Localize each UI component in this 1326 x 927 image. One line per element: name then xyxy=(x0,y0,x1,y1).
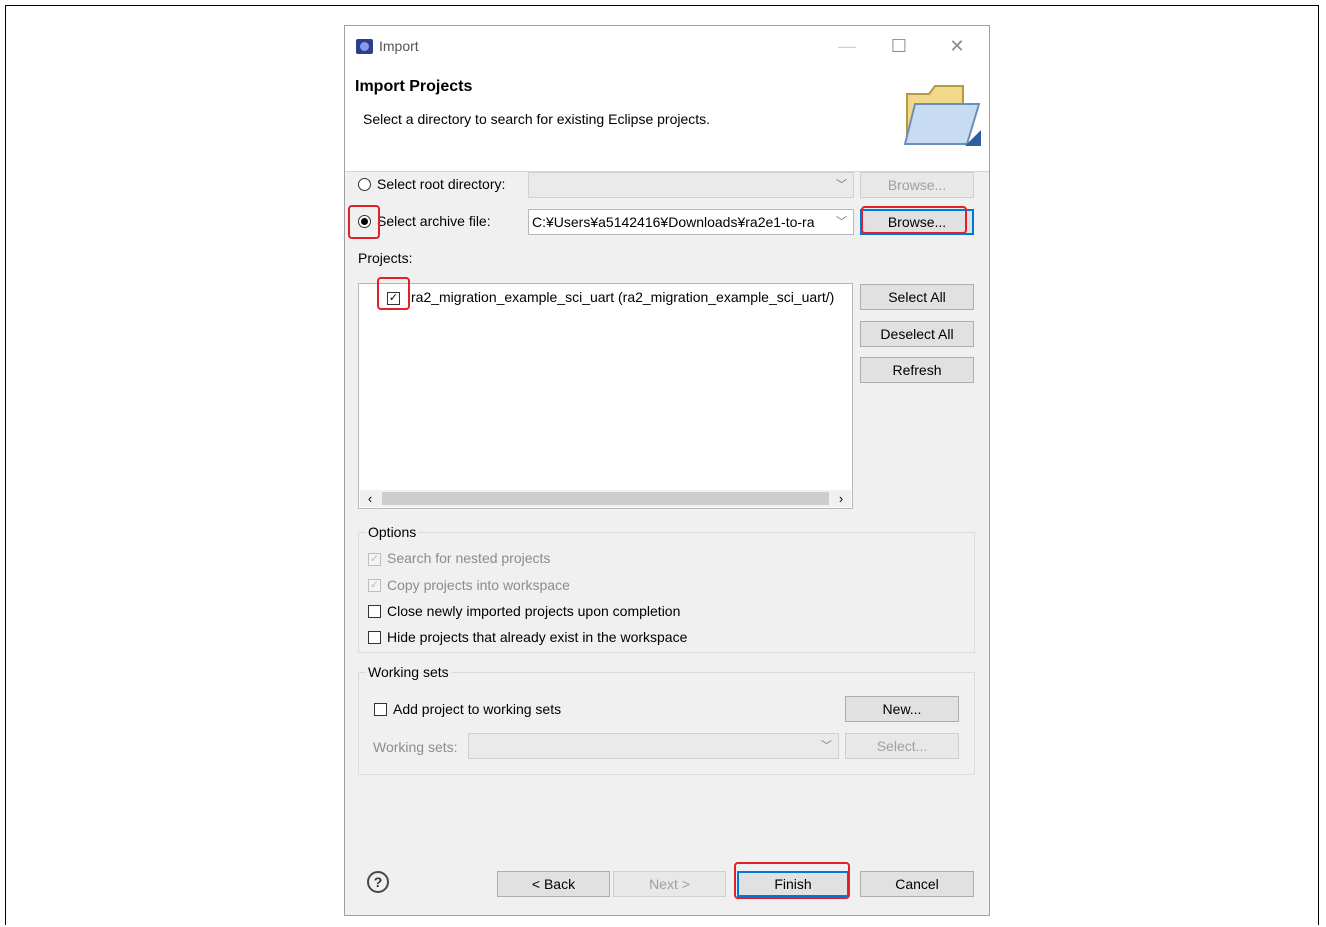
search-nested-label: Search for nested projects xyxy=(387,550,551,566)
close-imported-label: Close newly imported projects upon compl… xyxy=(387,603,681,619)
projects-label: Projects: xyxy=(358,250,413,266)
chevron-down-icon: ﹀ xyxy=(833,210,847,234)
archive-file-combo[interactable]: C:¥Users¥a5142416¥Downloads¥ra2e1-to-ra … xyxy=(528,209,854,235)
copy-into-workspace-label: Copy projects into workspace xyxy=(387,577,570,593)
select-all-button[interactable]: Select All xyxy=(860,284,974,310)
refresh-button[interactable]: Refresh xyxy=(860,357,974,383)
maximize-icon[interactable]: ☐ xyxy=(889,36,909,57)
help-icon[interactable]: ? xyxy=(367,871,389,893)
next-button[interactable]: Next > xyxy=(613,871,726,897)
browse-root-button[interactable]: Browse... xyxy=(860,172,974,198)
close-imported-checkbox[interactable] xyxy=(368,605,381,618)
hide-existing-label: Hide projects that already exist in the … xyxy=(387,629,688,645)
add-working-sets-checkbox[interactable] xyxy=(374,703,387,716)
folder-icon xyxy=(903,85,981,146)
eclipse-app-icon xyxy=(356,39,373,54)
page-title: Import Projects xyxy=(355,78,473,95)
cancel-button[interactable]: Cancel xyxy=(860,871,974,897)
window-title: Import xyxy=(379,38,419,54)
root-directory-radio[interactable] xyxy=(358,178,371,191)
deselect-all-button[interactable]: Deselect All xyxy=(860,321,974,347)
scroll-thumb[interactable] xyxy=(382,492,829,505)
hide-existing-checkbox[interactable] xyxy=(368,631,381,644)
working-sets-label: Working sets: xyxy=(373,739,458,755)
projects-list[interactable]: ✓ ra2_migration_example_sci_uart (ra2_mi… xyxy=(358,283,853,509)
highlight-archive-radio xyxy=(348,205,380,239)
working-sets-group xyxy=(358,672,975,775)
copy-into-workspace-checkbox[interactable]: ✓ xyxy=(368,579,381,592)
working-sets-combo[interactable]: ﹀ xyxy=(468,733,839,759)
search-nested-checkbox[interactable]: ✓ xyxy=(368,553,381,566)
project-item-label: ra2_migration_example_sci_uart (ra2_migr… xyxy=(411,289,835,305)
working-sets-title: Working sets xyxy=(366,664,451,680)
new-working-set-button[interactable]: New... xyxy=(845,696,959,722)
archive-file-value: C:¥Users¥a5142416¥Downloads¥ra2e1-to-ra xyxy=(532,214,815,230)
highlight-finish-button xyxy=(734,862,850,899)
horizontal-scrollbar[interactable]: ‹ › xyxy=(360,490,851,507)
page-description: Select a directory to search for existin… xyxy=(363,111,711,127)
scroll-right-icon[interactable]: › xyxy=(833,490,849,507)
highlight-project-checkbox xyxy=(377,277,410,310)
wizard-header: Import Projects Select a directory to se… xyxy=(345,68,989,172)
options-title: Options xyxy=(366,524,419,540)
back-button[interactable]: < Back xyxy=(497,871,610,897)
chevron-down-icon: ﹀ xyxy=(836,179,847,191)
highlight-browse-button xyxy=(861,206,967,234)
select-working-set-button[interactable]: Select... xyxy=(845,733,959,759)
close-icon[interactable]: ✕ xyxy=(947,36,967,57)
add-working-sets-label: Add project to working sets xyxy=(393,701,562,717)
chevron-down-icon: ﹀ xyxy=(821,740,832,752)
root-directory-combo[interactable]: ﹀ xyxy=(528,172,854,198)
import-dialog: Import — ☐ ✕ Import Projects Select a di… xyxy=(344,25,990,916)
root-directory-label: Select root directory: xyxy=(377,176,506,192)
title-bar: Import — ☐ ✕ xyxy=(345,26,989,68)
archive-file-label: Select archive file: xyxy=(377,213,491,229)
scroll-left-icon[interactable]: ‹ xyxy=(362,490,378,507)
minimize-icon[interactable]: — xyxy=(837,36,857,57)
